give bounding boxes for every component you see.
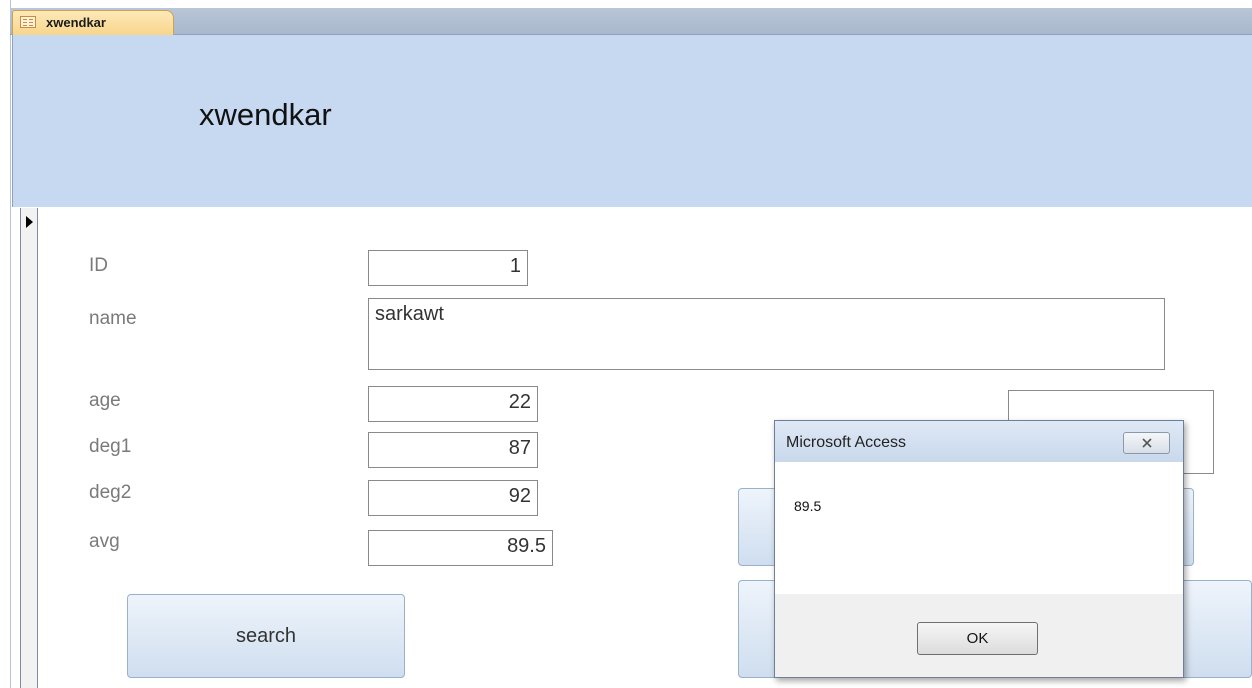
app-left-border	[0, 0, 11, 688]
close-x-glyph	[1141, 438, 1152, 448]
dialog-message: 89.5	[794, 498, 822, 514]
id-label: ID	[89, 255, 108, 276]
message-dialog: Microsoft Access 89.5 OK	[774, 420, 1184, 678]
dialog-body: 89.5 OK	[775, 462, 1183, 677]
form-title: xwendkar	[199, 97, 332, 132]
close-icon[interactable]	[1123, 432, 1170, 454]
dialog-footer: OK	[775, 594, 1183, 677]
avg-label: avg	[89, 531, 120, 552]
form-icon	[20, 16, 36, 28]
current-record-arrow-icon	[26, 216, 33, 228]
document-tab-strip	[10, 8, 1252, 35]
dialog-titlebar[interactable]: Microsoft Access	[775, 421, 1183, 462]
form-header: xwendkar	[12, 35, 1252, 207]
tab-label: xwendkar	[46, 15, 106, 30]
age-label: age	[89, 390, 121, 411]
ok-button[interactable]: OK	[917, 622, 1038, 655]
age-field[interactable]: 22	[368, 386, 538, 422]
deg1-field[interactable]: 87	[368, 432, 538, 468]
dialog-title: Microsoft Access	[786, 434, 907, 451]
name-label: name	[89, 308, 137, 329]
name-field[interactable]: sarkawt	[368, 298, 1165, 370]
avg-field[interactable]: 89.5	[368, 530, 553, 566]
tab-xwendkar[interactable]: xwendkar	[12, 10, 174, 35]
search-button[interactable]: search	[127, 594, 405, 678]
id-field[interactable]: 1	[368, 250, 528, 286]
deg2-field[interactable]: 92	[368, 480, 538, 516]
deg1-label: deg1	[89, 436, 132, 457]
deg2-label: deg2	[89, 482, 132, 503]
record-selector[interactable]	[20, 208, 38, 688]
